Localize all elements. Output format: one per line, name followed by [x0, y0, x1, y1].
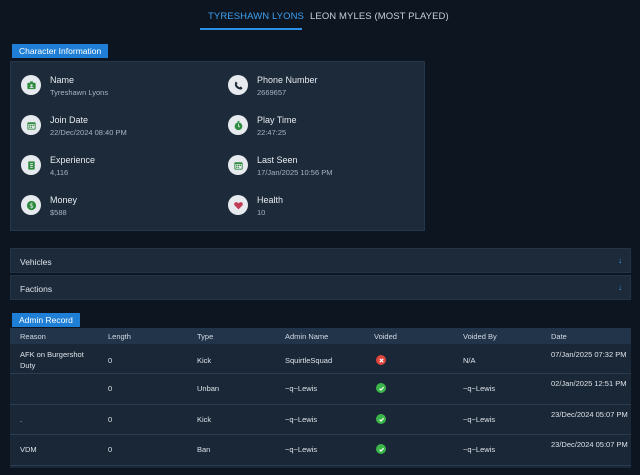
- chevron-down-icon: ↓: [618, 256, 622, 265]
- active-tab-indicator: [200, 28, 302, 30]
- info-label: Last Seen: [257, 155, 298, 165]
- cell-length: 0: [108, 415, 113, 424]
- info-value: 22/Dec/2024 08:40 PM: [50, 128, 127, 137]
- cell-type: Kick: [197, 356, 212, 365]
- info-label: Money: [50, 195, 78, 205]
- table-row: AFK on Burgershot Duty 0 Kick SquirtleSq…: [10, 344, 631, 374]
- voided-yes-icon: [376, 414, 386, 424]
- info-value: $588: [50, 208, 67, 217]
- cell-date: 07/Jan/2025 07:32 PM: [551, 350, 627, 359]
- cell-date: 23/Dec/2024 05:07 PM: [551, 440, 628, 449]
- vehicles-accordion[interactable]: Vehicles ↓: [10, 248, 631, 273]
- character-info-panel: Name Tyreshawn Lyons Phone Number 266965…: [10, 61, 425, 231]
- table-row: VDM 0 Ban ~q~Lewis ~q~Lewis 23/Dec/2024 …: [10, 435, 631, 466]
- admin-record-table: Reason Length Type Admin Name Voided Voi…: [10, 328, 631, 468]
- cell-length: 0: [108, 384, 113, 393]
- cell-reason: .: [20, 415, 23, 424]
- cell-type: Kick: [197, 415, 212, 424]
- table-row: 0 Unban ~q~Lewis ~q~Lewis 02/Jan/2025 12…: [10, 374, 631, 405]
- tab-tyreshawn-lyons[interactable]: TYRESHAWN LYONS: [208, 11, 304, 22]
- cell-length: 0: [108, 445, 113, 454]
- dollar-icon: $: [21, 195, 41, 215]
- col-length: Length: [108, 332, 131, 341]
- cell-voided-by: ~q~Lewis: [463, 384, 496, 393]
- cell-voided-by: N/A: [463, 356, 476, 365]
- info-label: Join Date: [50, 115, 89, 125]
- factions-accordion[interactable]: Factions ↓: [10, 275, 631, 300]
- info-value: 2669657: [257, 88, 287, 97]
- cell-admin-name: ~q~Lewis: [285, 384, 318, 393]
- book-icon: [21, 155, 41, 175]
- character-info-header: Character Information: [12, 44, 109, 58]
- info-label: Phone Number: [257, 75, 318, 85]
- cell-type: Unban: [197, 384, 220, 393]
- cell-voided-by: ~q~Lewis: [463, 445, 496, 454]
- heart-icon: [228, 195, 248, 215]
- table-header: Reason Length Type Admin Name Voided Voi…: [10, 328, 631, 344]
- tab-leon-myles[interactable]: LEON MYLES (MOST PLAYED): [310, 11, 449, 22]
- col-type: Type: [197, 332, 214, 341]
- factions-label: Factions: [20, 284, 53, 294]
- voided-no-icon: [376, 355, 386, 365]
- cell-date: 02/Jan/2025 12:51 PM: [551, 379, 627, 388]
- info-value: 22:47:25: [257, 128, 287, 137]
- col-voided-by: Voided By: [463, 332, 497, 341]
- cell-admin-name: ~q~Lewis: [285, 445, 318, 454]
- svg-text:$: $: [29, 202, 33, 210]
- info-value: 17/Jan/2025 10:56 PM: [257, 168, 333, 177]
- info-value: 4,116: [50, 168, 69, 177]
- admin-record-header: Admin Record: [12, 313, 80, 327]
- cell-type: Ban: [197, 445, 211, 454]
- cell-length: 0: [108, 356, 113, 365]
- info-label: Play Time: [257, 115, 297, 125]
- vehicles-label: Vehicles: [20, 257, 52, 267]
- col-voided: Voided: [374, 332, 397, 341]
- table-row: . 0 Kick ~q~Lewis ~q~Lewis 23/Dec/2024 0…: [10, 405, 631, 435]
- stopwatch-icon: [228, 115, 248, 135]
- voided-yes-icon: [376, 444, 386, 454]
- info-label: Health: [257, 195, 284, 205]
- col-date: Date: [551, 332, 567, 341]
- col-admin-name: Admin Name: [285, 332, 329, 341]
- cell-reason: AFK on Burgershot Duty: [20, 350, 84, 370]
- calendar-icon: [228, 155, 248, 175]
- info-value: 10: [257, 208, 266, 217]
- cell-reason: VDM: [20, 445, 37, 454]
- col-reason: Reason: [20, 332, 46, 341]
- info-label: Name: [50, 75, 75, 85]
- info-value: Tyreshawn Lyons: [50, 88, 109, 97]
- id-card-icon: [21, 75, 41, 95]
- cell-admin-name: SquirtleSquad: [285, 356, 333, 365]
- voided-yes-icon: [376, 383, 386, 393]
- chevron-down-icon: ↓: [618, 283, 622, 292]
- info-label: Experience: [50, 155, 96, 165]
- cell-date: 23/Dec/2024 05:07 PM: [551, 410, 628, 419]
- phone-icon: [228, 75, 248, 95]
- cell-voided-by: ~q~Lewis: [463, 415, 496, 424]
- player-tabs: TYRESHAWN LYONS LEON MYLES (MOST PLAYED): [0, 0, 640, 30]
- cell-admin-name: ~q~Lewis: [285, 415, 318, 424]
- calendar-icon: [21, 115, 41, 135]
